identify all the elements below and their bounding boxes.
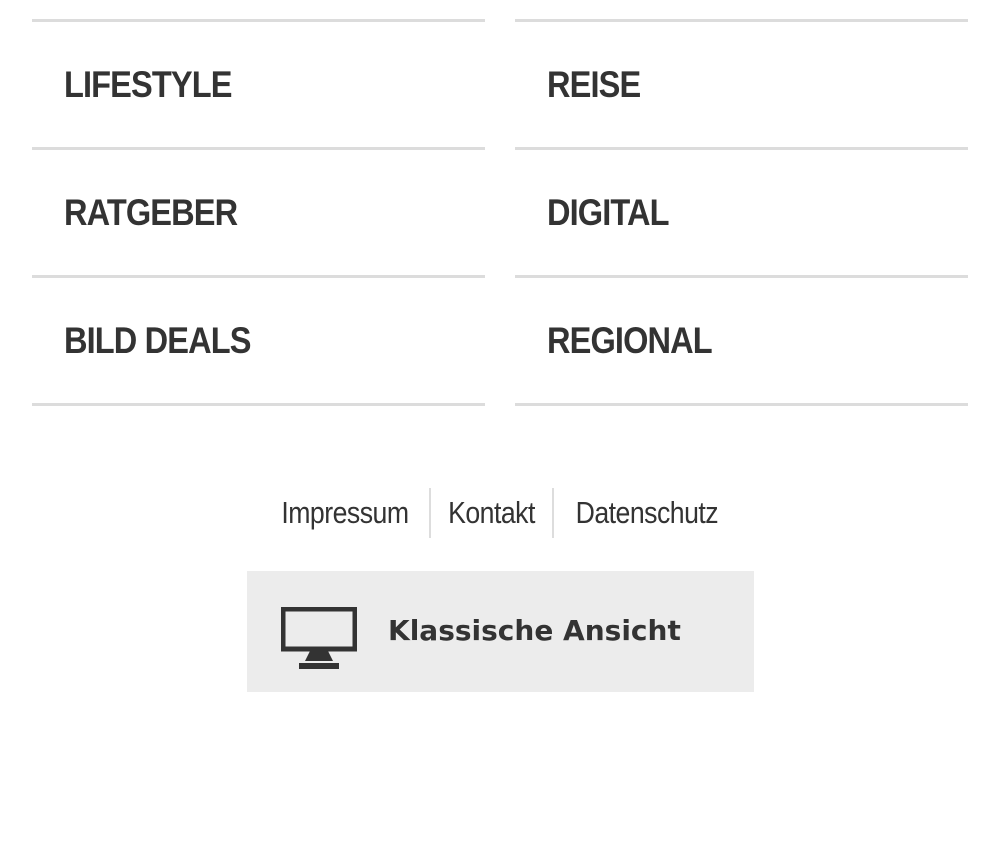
nav-item-label: LIFESTYLE — [64, 63, 232, 105]
impressum-link[interactable]: Impressum — [272, 487, 416, 539]
nav-item-label: RATGEBER — [64, 191, 238, 233]
link-divider — [551, 488, 554, 538]
kontakt-link[interactable]: Kontakt — [439, 487, 543, 539]
nav-item-regional[interactable]: REGIONAL — [515, 275, 968, 406]
nav-item-reise[interactable]: REISE — [515, 19, 968, 147]
category-nav-grid: LIFESTYLE REISE RATGEBER DIGITAL BILD DE… — [32, 19, 968, 406]
classic-view-label: Klassische Ansicht — [388, 614, 681, 647]
nav-item-digital[interactable]: DIGITAL — [515, 147, 968, 275]
classic-view-button[interactable]: Klassische Ansicht — [247, 571, 754, 692]
nav-item-label: REGIONAL — [547, 319, 713, 361]
nav-item-label: DIGITAL — [547, 191, 670, 233]
nav-item-lifestyle[interactable]: LIFESTYLE — [32, 19, 485, 147]
nav-item-label: REISE — [547, 63, 641, 105]
nav-item-label: BILD DEALS — [64, 319, 251, 361]
footer-links: Impressum Kontakt Datenschutz — [0, 487, 1000, 539]
link-divider — [428, 488, 431, 538]
datenschutz-link[interactable]: Datenschutz — [567, 487, 727, 539]
desktop-monitor-icon — [281, 607, 357, 669]
nav-item-bild-deals[interactable]: BILD DEALS — [32, 275, 485, 406]
nav-item-ratgeber[interactable]: RATGEBER — [32, 147, 485, 275]
